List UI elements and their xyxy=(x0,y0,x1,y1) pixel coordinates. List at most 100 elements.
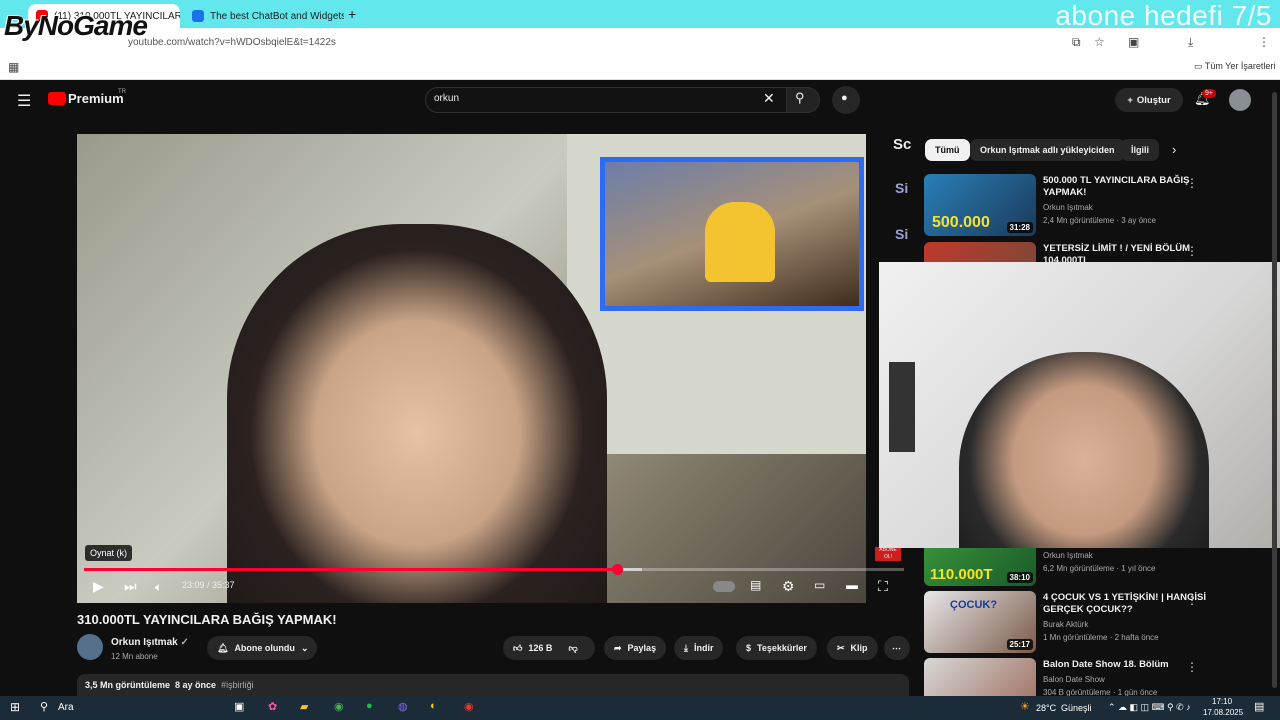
subscribe-badge: ABONE OL! xyxy=(875,547,901,561)
subscribed-button[interactable]: 🔔︎ Abone olundu ⌄ xyxy=(207,636,317,660)
more-options-icon[interactable]: ⋮ xyxy=(1186,593,1198,607)
video-thumbnail[interactable] xyxy=(924,658,1036,696)
subscriber-goal-overlay: abone hedefi 7/5 xyxy=(1055,0,1272,31)
new-tab-icon[interactable]: + xyxy=(348,6,356,22)
download-icon[interactable]: ⤓ xyxy=(1188,35,1193,49)
list-item[interactable]: 110.000T 38:10 Orkun Işıtmak 6,2 Mn görü… xyxy=(924,548,1274,586)
progress-scrubber[interactable] xyxy=(612,564,623,575)
weather-desc: Güneşli xyxy=(1061,703,1092,713)
list-item[interactable]: 500.000 31:28 500.000 TL YAYINCILARA BAĞ… xyxy=(924,174,1274,236)
menu-icon[interactable]: ⋮ xyxy=(1258,35,1270,49)
copilot-icon[interactable]: ✿ xyxy=(268,700,277,713)
list-item[interactable]: YETERSİZ LİMİT ! / YENİ BÖLÜM 104.000TL … xyxy=(924,242,1274,262)
plus-icon: + xyxy=(1127,94,1133,106)
scrollbar[interactable] xyxy=(1272,92,1277,688)
install-icon[interactable]: ⧉ xyxy=(1072,35,1081,49)
spotify-icon[interactable]: ● xyxy=(366,700,373,712)
notification-count: 9+ xyxy=(1202,89,1216,98)
star-icon[interactable]: ☆ xyxy=(1094,35,1105,49)
fullscreen-icon[interactable]: ⛶ xyxy=(878,578,888,595)
monitor-edge xyxy=(889,362,915,452)
download-button[interactable]: ⤓ İndir xyxy=(674,636,724,660)
app-icon[interactable]: ◐ xyxy=(430,700,437,712)
play-icon[interactable]: ▶ xyxy=(93,578,104,595)
more-options-icon[interactable]: ⋮ xyxy=(1186,244,1198,258)
hamburger-icon[interactable]: ☰ xyxy=(17,91,31,111)
url-field[interactable]: youtube.com/watch?v=hWDOsbqielE&t=1422s xyxy=(128,37,336,48)
thumbs-up-icon: 👍︎ xyxy=(513,642,523,653)
obs-icon[interactable]: ◉ xyxy=(464,700,474,713)
chrome-icon[interactable]: ◉ xyxy=(334,700,344,713)
side-letter: Si xyxy=(895,180,909,196)
clock-time: 17:10 xyxy=(1212,697,1233,706)
thanks-button[interactable]: $ Teşekkürler xyxy=(736,636,817,660)
search-input-box[interactable] xyxy=(425,87,787,113)
all-bookmarks[interactable]: ▭ Tüm Yer İşaretleri xyxy=(1194,61,1275,72)
extensions-icon[interactable]: ▣ xyxy=(1128,35,1139,49)
tab-label: The best ChatBot and Widgets xyxy=(210,10,344,22)
tab-chatbot[interactable]: The best ChatBot and Widgets ✕ xyxy=(184,4,344,28)
weather-temp: 28°C xyxy=(1036,703,1057,713)
brand-label[interactable]: Premium xyxy=(68,91,124,106)
progress-bar[interactable] xyxy=(84,564,904,575)
channel-name[interactable]: Orkun Işıtmak ✓ xyxy=(111,637,189,648)
video-thumbnail[interactable] xyxy=(924,242,1036,262)
channel-avatar[interactable] xyxy=(77,634,103,660)
file-explorer-icon[interactable]: ▰ xyxy=(300,700,308,713)
task-view-icon[interactable]: ▣ xyxy=(234,700,244,713)
theater-mode-icon[interactable]: ▬ xyxy=(846,578,858,592)
progress-fill xyxy=(84,568,617,571)
list-item[interactable]: ÇOCUK? 25:17 4 ÇOCUK VS 1 YETİŞKİN! | HA… xyxy=(924,591,1274,653)
list-item[interactable]: Balon Date Show 18. Bölüm Balon Date Sho… xyxy=(924,658,1274,696)
like-button[interactable]: 👍︎ 126 B 👎︎ xyxy=(503,636,595,660)
search-input[interactable]: orkun xyxy=(434,93,459,104)
streamer-logo: ByNoGame xyxy=(4,10,148,41)
side-letter: Sc xyxy=(893,136,912,153)
account-avatar[interactable] xyxy=(1229,89,1251,111)
play-tooltip: Oynat (k) xyxy=(85,545,133,561)
video-thumbnail[interactable]: 500.000 31:28 xyxy=(924,174,1036,236)
bell-icon: 🔔︎ xyxy=(217,642,229,653)
subscriber-count: 12 Mn abone xyxy=(111,652,158,661)
apps-icon[interactable]: ▦ xyxy=(8,60,19,74)
clock-date: 17.08.2025 xyxy=(1203,708,1244,717)
video-title: 310.000TL YAYINCILARA BAĞIŞ YAPMAK! xyxy=(77,612,337,627)
volume-icon[interactable]: 🔈︎ xyxy=(155,580,162,595)
chip-related[interactable]: İlgili xyxy=(1121,139,1159,161)
brand-region: TR xyxy=(118,89,126,95)
video-thumbnail[interactable]: ÇOCUK? 25:17 xyxy=(924,591,1036,653)
notification-center-icon[interactable]: ▤ xyxy=(1254,700,1264,713)
chevron-right-icon[interactable]: › xyxy=(1172,142,1176,157)
video-thumbnail[interactable]: 110.000T 38:10 xyxy=(924,548,1036,586)
taskbar-search-icon[interactable]: ⚲ xyxy=(40,700,48,713)
description-box[interactable]: 3,5 Mn görüntüleme 8 ay önce #işbirliği xyxy=(77,674,909,696)
chip-all[interactable]: Tümü xyxy=(925,139,970,161)
yellow-hoodie xyxy=(705,202,775,282)
subtitles-icon[interactable]: ▤ xyxy=(750,578,761,592)
streamer-webcam xyxy=(879,262,1280,548)
settings-gear-icon[interactable]: ⚙ xyxy=(782,578,795,595)
more-actions-icon[interactable]: ⋯ xyxy=(884,636,910,660)
tray-icons[interactable]: ⌃ ☁ ◧ ◫ ⌨ ⚲ ✆ ♪ xyxy=(1108,702,1191,713)
youtube-logo-icon[interactable] xyxy=(48,92,66,105)
chatbot-favicon-icon xyxy=(192,10,204,22)
next-icon[interactable]: ⏭︎ xyxy=(124,578,137,595)
autoplay-toggle[interactable] xyxy=(713,581,735,592)
miniplayer-icon[interactable]: ▭ xyxy=(814,578,825,592)
clip-button[interactable]: ✂ Klip xyxy=(827,636,878,660)
create-button[interactable]: + Oluştur xyxy=(1115,88,1183,112)
share-button[interactable]: ➦ Paylaş xyxy=(604,636,667,660)
bookmarks-bar xyxy=(0,56,1280,80)
chevron-down-icon: ⌄ xyxy=(300,642,309,653)
webcam-person xyxy=(959,352,1209,548)
chip-uploader[interactable]: Orkun Işıtmak adlı yükleyiciden xyxy=(970,139,1125,161)
share-icon: ➦ xyxy=(614,642,622,653)
more-options-icon[interactable]: ⋮ xyxy=(1186,660,1198,674)
picture-in-video-cam xyxy=(600,157,864,311)
taskbar-search-label[interactable]: Ara xyxy=(58,702,74,713)
thumbs-down-icon[interactable]: 👎︎ xyxy=(568,643,577,654)
more-options-icon[interactable]: ⋮ xyxy=(1186,176,1198,190)
clear-search-icon[interactable]: ✕ xyxy=(763,90,775,107)
discord-icon[interactable]: ◍ xyxy=(398,700,408,713)
windows-start-icon[interactable]: ⊞ xyxy=(10,700,20,714)
